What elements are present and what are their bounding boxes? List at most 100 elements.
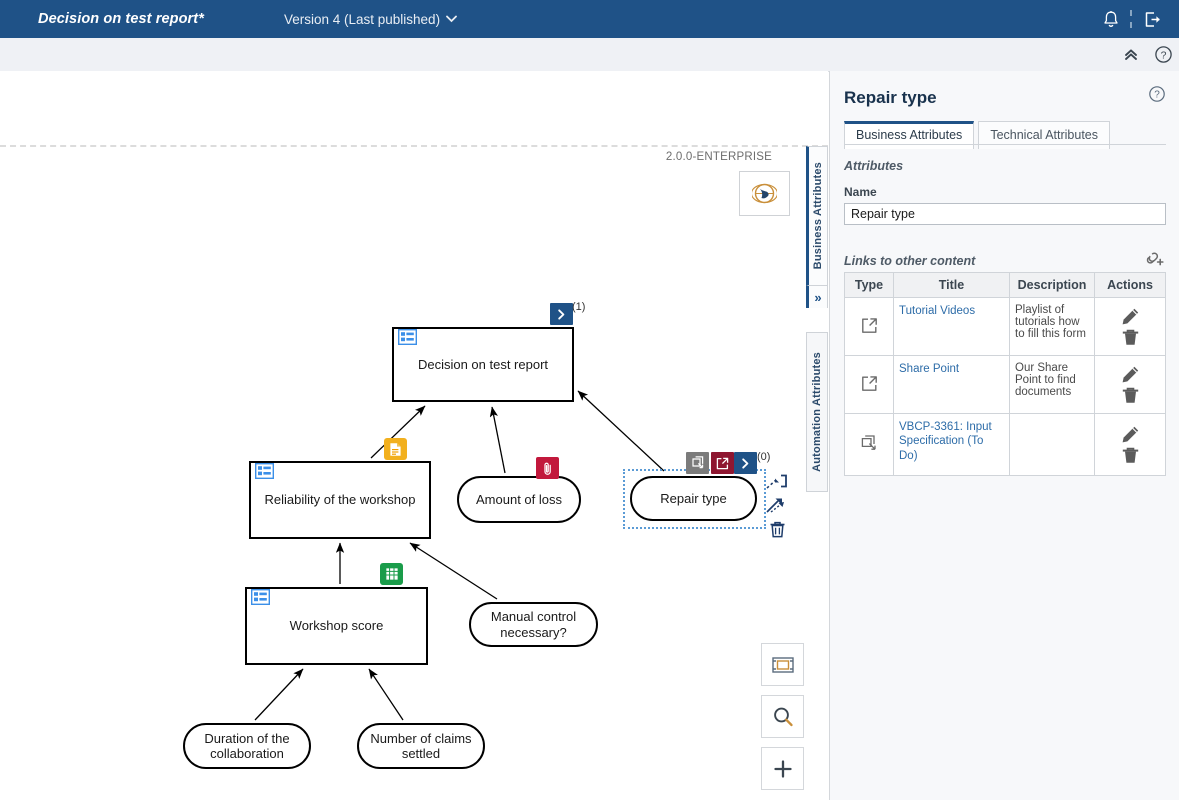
link-title[interactable]: VBCP-3361: Input Specification (To Do): [899, 421, 992, 462]
version-label: Version 4 (Last published): [283, 11, 441, 27]
decision-link-count: (1): [572, 301, 586, 313]
expand-panel-button[interactable]: »: [806, 286, 828, 308]
repair-type-jira-chip[interactable]: [686, 452, 709, 474]
node-number-of-claims-settled[interactable]: Number of claims settled: [357, 723, 485, 769]
bell-icon: [1104, 10, 1118, 27]
node-label: Manual control necessary?: [490, 609, 577, 640]
version-selector[interactable]: Version 4 (Last published): [284, 12, 457, 27]
zoom-in-button[interactable]: [761, 747, 804, 790]
repair-type-navigate-chip[interactable]: [734, 452, 757, 474]
chevron-right-icon: [742, 457, 749, 469]
row-type-cell: [844, 297, 894, 356]
add-link-icon: [1146, 252, 1164, 266]
trash-icon[interactable]: [768, 520, 787, 539]
row-actions-cell: [1094, 355, 1166, 414]
magnifier-icon: [773, 707, 793, 726]
zoom-search-button[interactable]: [761, 695, 804, 738]
secondary-toolbar: ?: [0, 38, 1179, 72]
external-link-icon: [716, 457, 729, 469]
vtab-automation-attributes[interactable]: Automation Attributes: [806, 332, 828, 492]
node-amount-of-loss[interactable]: Amount of loss: [457, 476, 581, 523]
delete-icon[interactable]: [1121, 446, 1140, 465]
workshop-spreadsheet-badge[interactable]: [380, 563, 403, 585]
row-title-cell: Share Point: [893, 355, 1010, 414]
links-table: Type Title Description Actions Tutorial …: [844, 272, 1166, 476]
decision-table-icon: [398, 329, 417, 345]
column-description: Description: [1009, 272, 1095, 298]
node-label: Duration of the collaboration: [204, 730, 290, 761]
diagram-connectors: [254, 390, 665, 721]
links-heading: Links to other content: [844, 253, 976, 268]
tab-underline: [844, 144, 1166, 145]
top-header-actions: [1094, 0, 1179, 38]
node-label: Amount of loss: [476, 491, 562, 507]
help-icon: ?: [1154, 46, 1172, 63]
column-title: Title: [893, 272, 1010, 298]
node-duration-of-the-collaboration[interactable]: Duration of the collaboration: [183, 723, 311, 769]
notifications-button[interactable]: [1094, 0, 1128, 38]
panel-title: Repair type: [844, 88, 937, 107]
arrow-link-icon[interactable]: [766, 497, 788, 515]
logout-icon: [1145, 11, 1160, 27]
node-label: Workshop score: [289, 618, 384, 634]
svg-text:?: ?: [1154, 90, 1160, 101]
canvas-tool-strip: [761, 643, 804, 790]
decision-navigate-chip[interactable]: [550, 303, 573, 325]
node-label: Decision on test report: [417, 356, 549, 372]
delete-icon[interactable]: [1121, 386, 1140, 405]
decision-table-icon: [255, 463, 274, 479]
top-header-bar: Decision on test report* Version 4 (Last…: [0, 0, 1179, 38]
edit-icon[interactable]: [1121, 365, 1140, 384]
node-workshop-score[interactable]: Workshop score: [245, 587, 428, 665]
table-row[interactable]: Share Point Our Share Point to find docu…: [844, 355, 1166, 414]
links-section-header: Links to other content: [844, 249, 1166, 272]
row-type-cell: [844, 355, 894, 414]
edit-icon[interactable]: [1121, 425, 1140, 444]
name-input[interactable]: [844, 203, 1166, 225]
reliability-document-badge[interactable]: [384, 438, 407, 460]
stacked-squares-icon: [861, 435, 876, 450]
column-type: Type: [844, 272, 894, 298]
panel-help-button[interactable]: ?: [1148, 85, 1166, 108]
table-row[interactable]: Tutorial Videos Playlist of tutorials ho…: [844, 297, 1166, 356]
double-chevron-up-icon: [1125, 49, 1137, 60]
node-manual-control-necessary[interactable]: Manual control necessary?: [469, 602, 598, 647]
repair-type-link-count: (0): [757, 451, 771, 463]
vtab-label: Automation Attributes: [811, 352, 823, 472]
application-window: Decision on test report* Version 4 (Last…: [0, 0, 1179, 800]
decision-table-icon: [251, 589, 270, 605]
row-actions-cell: [1094, 297, 1166, 356]
column-actions: Actions: [1094, 272, 1166, 298]
node-decision-on-test-report[interactable]: Decision on test report: [392, 327, 574, 402]
collapse-panel-button[interactable]: [1115, 38, 1147, 71]
row-description-cell: [1009, 413, 1095, 476]
row-type-cell: [844, 413, 894, 476]
row-title-cell: VBCP-3361: Input Specification (To Do): [893, 413, 1010, 476]
properties-panel: Repair type ? Business Attributes Techni…: [829, 71, 1179, 800]
node-reliability-of-the-workshop[interactable]: Reliability of the workshop: [249, 461, 431, 539]
vtab-business-attributes[interactable]: Business Attributes: [806, 146, 828, 286]
header-divider: [1130, 10, 1133, 28]
link-title[interactable]: Tutorial Videos: [899, 305, 975, 317]
node-repair-type[interactable]: Repair type: [630, 476, 757, 521]
table-row[interactable]: VBCP-3361: Input Specification (To Do): [844, 413, 1166, 476]
document-icon: [389, 441, 402, 457]
vtab-label: Business Attributes: [812, 162, 824, 270]
diagram-canvas[interactable]: 2.0.0-ENTERPRISE Decision on test report…: [0, 71, 828, 800]
edit-icon[interactable]: [1121, 307, 1140, 326]
add-link-button[interactable]: [1144, 249, 1166, 272]
logout-button[interactable]: [1135, 0, 1169, 38]
fit-screen-icon: [771, 656, 794, 673]
fit-to-screen-button[interactable]: [761, 643, 804, 686]
delete-icon[interactable]: [1121, 328, 1140, 347]
amount-of-loss-attachment-badge[interactable]: [536, 457, 559, 479]
help-button[interactable]: ?: [1147, 38, 1179, 71]
stacked-squares-icon: [691, 456, 703, 469]
links-table-header-row: Type Title Description Actions: [844, 272, 1166, 298]
link-title[interactable]: Share Point: [899, 363, 959, 375]
row-description-cell: Playlist of tutorials how to fill this f…: [1009, 297, 1095, 356]
connector-icon[interactable]: [766, 474, 788, 492]
svg-text:?: ?: [1160, 50, 1166, 62]
repair-type-external-link-chip[interactable]: [711, 452, 734, 474]
external-link-icon: [861, 317, 877, 333]
